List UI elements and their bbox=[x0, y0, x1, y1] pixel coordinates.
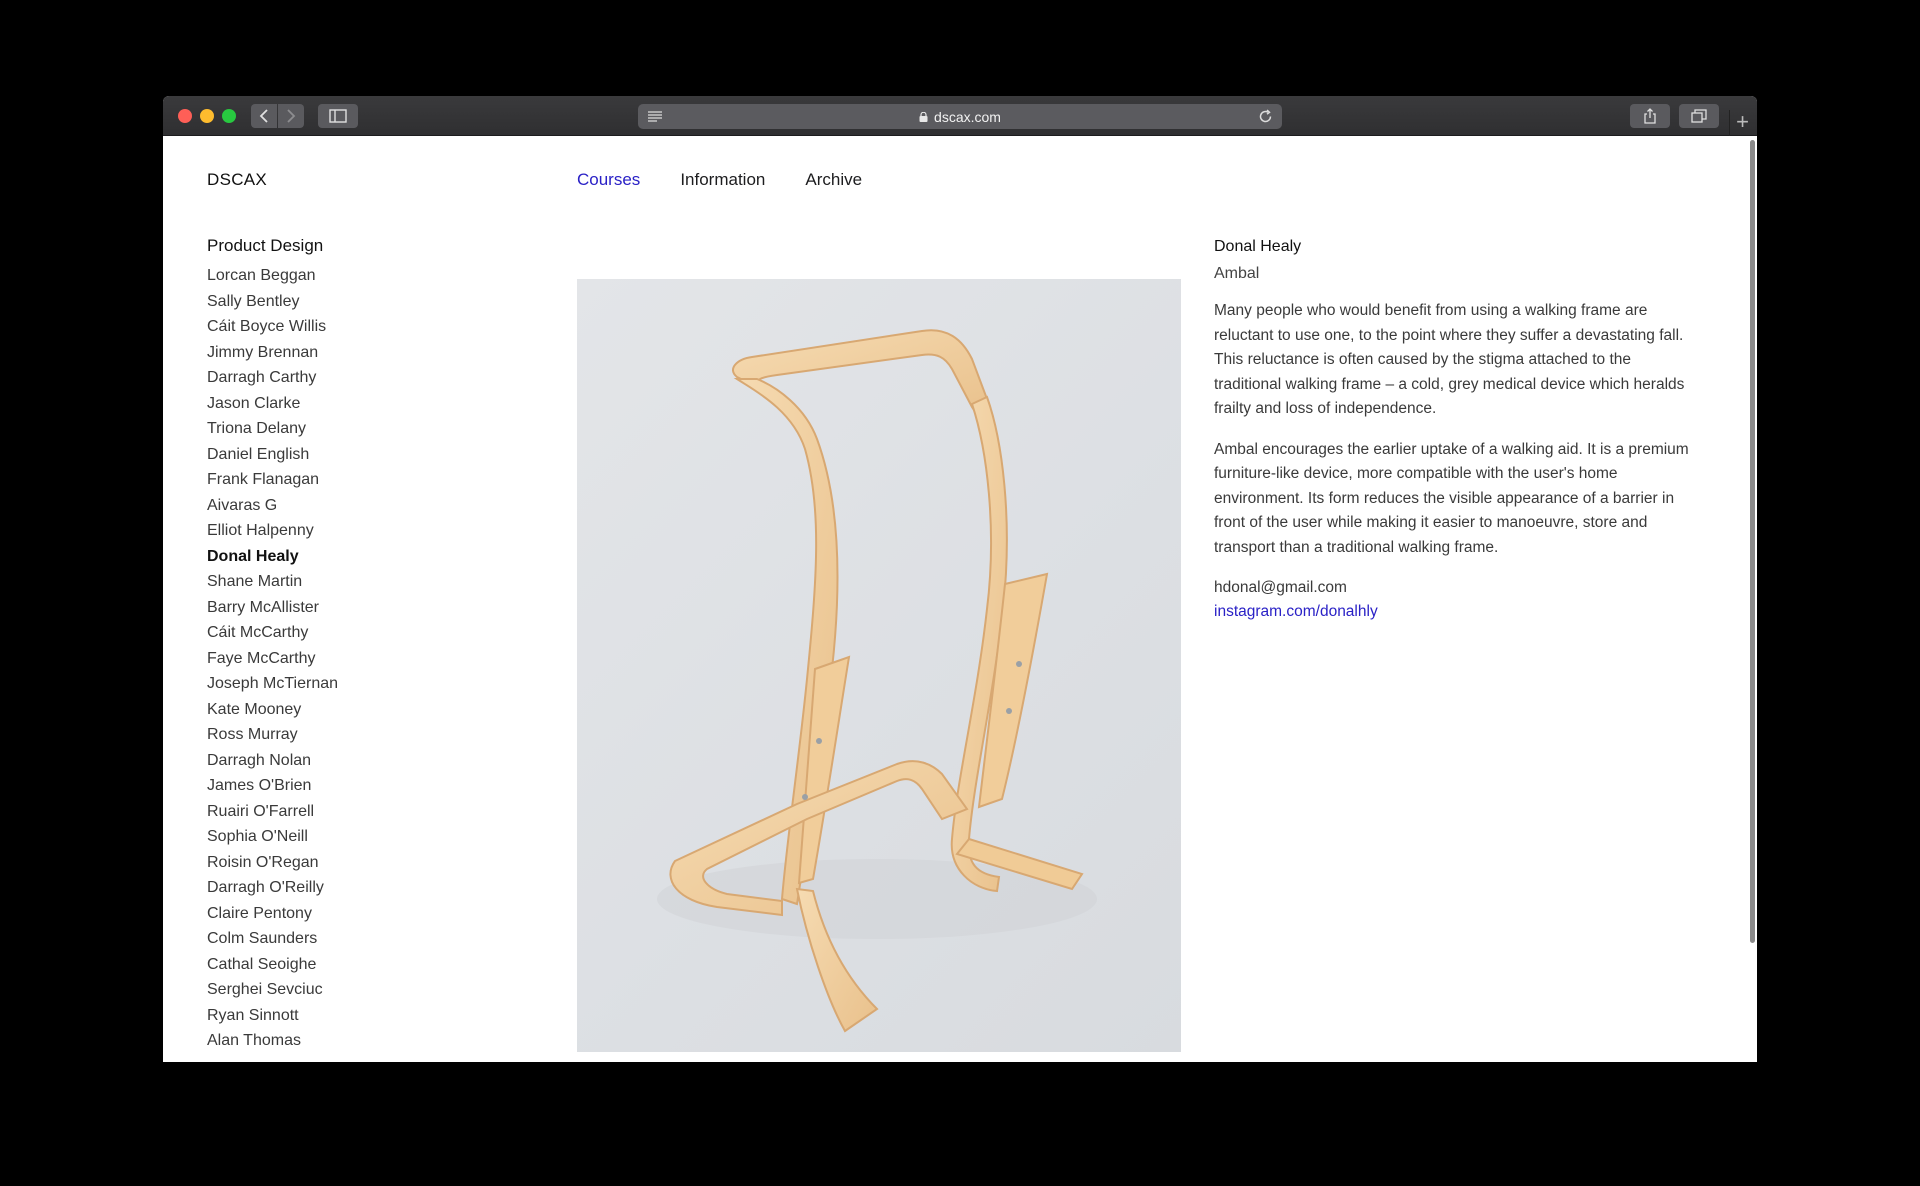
student-list-item[interactable]: Kate Mooney bbox=[207, 701, 338, 727]
show-sidebar-button[interactable] bbox=[318, 104, 358, 128]
student-list-item[interactable]: Sally Bentley bbox=[207, 293, 338, 319]
lock-icon bbox=[919, 111, 928, 122]
nav-information[interactable]: Information bbox=[680, 170, 765, 190]
student-name: Donal Healy bbox=[1214, 238, 1302, 255]
site-logo[interactable]: DSCAX bbox=[207, 170, 267, 190]
project-description-2: Ambal encourages the earlier uptake of a… bbox=[1214, 440, 1689, 556]
student-list-item[interactable]: Barry McAllister bbox=[207, 599, 338, 625]
student-list: Lorcan Beggan Sally Bentley Cáit Boyce Wil… bbox=[207, 267, 338, 1058]
browser-window: dscax.com + DSCAX Courses Information Ar… bbox=[163, 96, 1757, 1062]
student-list-item[interactable]: James O'Brien bbox=[207, 777, 338, 803]
share-button[interactable] bbox=[1630, 104, 1670, 128]
walking-frame-image bbox=[657, 329, 1097, 1033]
student-list-item[interactable]: Darragh Carthy bbox=[207, 369, 338, 395]
tabs-overview-icon bbox=[1691, 109, 1707, 123]
student-list-item[interactable]: Elliot Halpenny bbox=[207, 522, 338, 548]
page-scrollbar[interactable] bbox=[1750, 140, 1755, 943]
project-title: Ambal bbox=[1214, 265, 1260, 282]
student-list-item[interactable]: Frank Flanagan bbox=[207, 471, 338, 497]
reader-icon[interactable] bbox=[646, 109, 664, 124]
student-list-item[interactable]: Lorcan Beggan bbox=[207, 267, 338, 293]
student-list-item[interactable]: Triona Delany bbox=[207, 420, 338, 446]
browser-toolbar: dscax.com + bbox=[163, 96, 1757, 136]
student-list-item[interactable]: Jimmy Brennan bbox=[207, 344, 338, 370]
close-window-button[interactable] bbox=[178, 109, 192, 123]
nav-archive[interactable]: Archive bbox=[805, 170, 862, 190]
url-text: dscax.com bbox=[934, 108, 1001, 125]
nav-courses[interactable]: Courses bbox=[577, 170, 640, 190]
student-list-item[interactable]: Colm Saunders bbox=[207, 930, 338, 956]
instagram-link[interactable]: instagram.com/donalhly bbox=[1214, 600, 1694, 624]
project-photo bbox=[577, 279, 1181, 1052]
student-list-item[interactable]: Ross Murray bbox=[207, 726, 338, 752]
student-list-item[interactable]: Faye McCarthy bbox=[207, 650, 338, 676]
address-bar[interactable]: dscax.com bbox=[638, 104, 1282, 129]
student-list-item[interactable]: Shane Martin bbox=[207, 573, 338, 599]
sidebar-icon bbox=[329, 109, 347, 123]
student-list-item[interactable]: Darragh O'Reilly bbox=[207, 879, 338, 905]
minimize-window-button[interactable] bbox=[200, 109, 214, 123]
student-list-item[interactable]: Cáit Boyce Willis bbox=[207, 318, 338, 344]
chevron-left-icon bbox=[259, 109, 268, 123]
student-list-item[interactable]: Roisin O'Regan bbox=[207, 854, 338, 880]
student-list-item[interactable]: Jason Clarke bbox=[207, 395, 338, 421]
student-list-item[interactable]: Darragh Nolan bbox=[207, 752, 338, 778]
contact-email: hdonal@gmail.com bbox=[1214, 579, 1347, 596]
student-list-item[interactable]: Donal Healy bbox=[207, 548, 338, 574]
chevron-right-icon bbox=[287, 109, 296, 123]
plus-icon: + bbox=[1736, 109, 1749, 134]
student-list-item[interactable]: Cáit McCarthy bbox=[207, 624, 338, 650]
student-list-item[interactable]: Cathal Seoighe bbox=[207, 956, 338, 982]
web-page: DSCAX Courses Information Archive Produc… bbox=[163, 136, 1757, 1062]
student-list-item[interactable]: Joseph McTiernan bbox=[207, 675, 338, 701]
project-description-1: Many people who would benefit from using… bbox=[1214, 302, 1685, 417]
student-list-item[interactable]: Aivaras G bbox=[207, 497, 338, 523]
back-button[interactable] bbox=[251, 104, 277, 128]
student-list-item[interactable]: Claire Pentony bbox=[207, 905, 338, 931]
main-nav: Courses Information Archive bbox=[577, 170, 902, 190]
course-section-title: Product Design bbox=[207, 236, 324, 255]
reload-icon[interactable] bbox=[1257, 108, 1274, 125]
new-tab-button[interactable]: + bbox=[1729, 110, 1755, 136]
student-list-item[interactable]: Alan Thomas bbox=[207, 1032, 338, 1058]
student-list-item[interactable]: Ryan Sinnott bbox=[207, 1007, 338, 1033]
student-list-item[interactable]: Sophia O'Neill bbox=[207, 828, 338, 854]
zoom-window-button[interactable] bbox=[222, 109, 236, 123]
forward-button[interactable] bbox=[278, 104, 304, 128]
student-list-item[interactable]: Ruairi O'Farrell bbox=[207, 803, 338, 829]
show-tabs-button[interactable] bbox=[1679, 104, 1719, 128]
share-icon bbox=[1644, 108, 1656, 124]
student-list-item[interactable]: Serghei Sevciuc bbox=[207, 981, 338, 1007]
project-info: Donal Healy Ambal Many people who would … bbox=[1214, 238, 1694, 624]
student-list-item[interactable]: Daniel English bbox=[207, 446, 338, 472]
